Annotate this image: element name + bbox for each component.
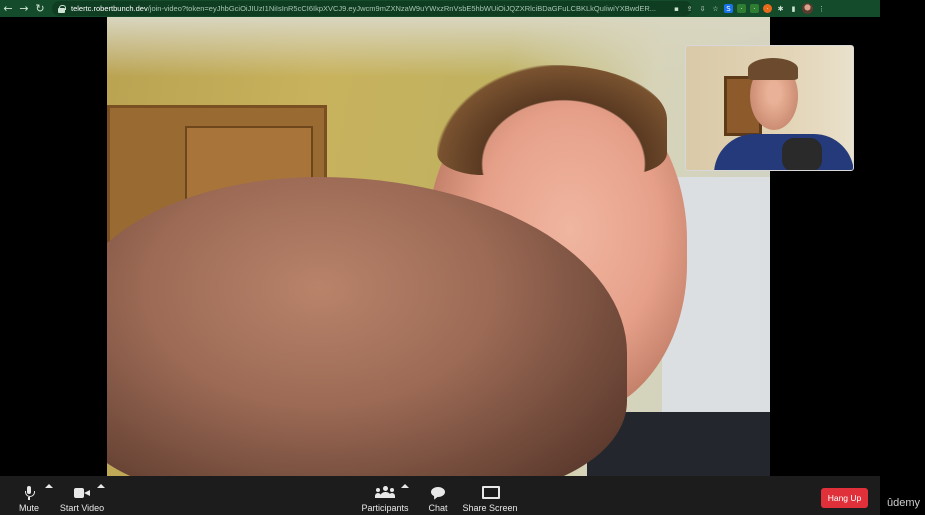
start-video-label: Start Video — [59, 503, 105, 513]
back-arrow-icon[interactable]: ← — [0, 0, 16, 17]
lock-icon — [58, 4, 66, 13]
share-screen-icon — [482, 486, 500, 500]
share-screen-label: Share Screen — [462, 503, 518, 513]
hang-up-button[interactable]: Hang Up — [821, 488, 868, 508]
url-path: /join-video?token=eyJhbGciOiJIUzI1NiIsIn… — [147, 4, 657, 13]
remote-video — [107, 17, 770, 476]
download-icon[interactable]: ⇩ — [698, 4, 707, 13]
reload-icon[interactable]: ↻ — [32, 0, 48, 17]
share-screen-button[interactable]: Share Screen — [462, 476, 518, 515]
participants-button[interactable]: Participants — [360, 476, 410, 515]
extension-orange-icon[interactable]: · — [763, 4, 772, 13]
participants-icon — [375, 486, 395, 498]
bookmark-star-icon[interactable]: ☆ — [711, 4, 720, 13]
url-host: telertc.robertbunch.dev — [71, 4, 148, 13]
profile-avatar[interactable] — [802, 3, 813, 14]
menu-kebab-icon[interactable]: ⋮ — [817, 4, 826, 13]
extension-s-icon[interactable]: S — [724, 4, 733, 13]
address-bar[interactable]: telertc.robertbunch.dev /join-video?toke… — [52, 1, 692, 16]
microphone-icon — [24, 486, 35, 500]
extensions-area: ▪ ⇪ ⇩ ☆ S · · · ✱ ▮ ⋮ — [672, 0, 826, 17]
browser-toolbar: ← → ↻ telertc.robertbunch.dev /join-vide… — [0, 0, 880, 17]
extension-green-icon[interactable]: · — [737, 4, 746, 13]
chat-icon — [431, 487, 445, 500]
start-video-button[interactable]: Start Video — [56, 476, 108, 515]
call-control-bar: Mute Start Video Participants Chat Share… — [0, 476, 880, 515]
participants-label: Participants — [361, 503, 409, 513]
puzzle-extensions-icon[interactable]: ✱ — [776, 4, 785, 13]
chat-button[interactable]: Chat — [424, 476, 452, 515]
extension-camera-icon[interactable]: · — [750, 4, 759, 13]
audio-options-caret-icon[interactable] — [45, 484, 53, 488]
camera-extension-icon[interactable]: ▪ — [672, 4, 681, 13]
mute-label: Mute — [18, 503, 39, 513]
side-panel-icon[interactable]: ▮ — [789, 4, 798, 13]
participants-options-caret-icon[interactable] — [401, 484, 409, 488]
forward-arrow-icon[interactable]: → — [16, 0, 32, 17]
share-icon[interactable]: ⇪ — [685, 4, 694, 13]
self-view-microphone — [782, 138, 822, 170]
mute-button[interactable]: Mute — [10, 476, 48, 515]
video-options-caret-icon[interactable] — [97, 484, 105, 488]
udemy-watermark: ûdemy — [887, 497, 921, 509]
chat-label: Chat — [428, 503, 448, 513]
camera-icon — [74, 488, 90, 498]
local-self-view[interactable] — [685, 45, 854, 171]
